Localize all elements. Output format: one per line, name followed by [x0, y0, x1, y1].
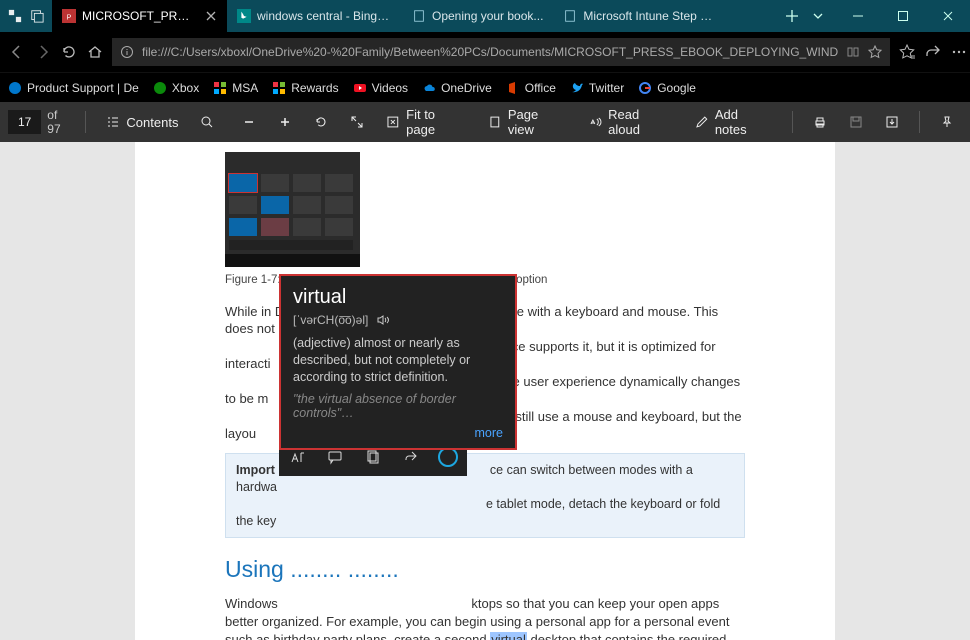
- forward-button[interactable]: [34, 36, 52, 68]
- search-button[interactable]: [192, 107, 222, 137]
- favorite-link[interactable]: MSA: [213, 81, 258, 95]
- save-as-button[interactable]: [877, 107, 907, 137]
- bing-icon: [237, 9, 251, 23]
- definition-text: (adjective) almost or nearly as describe…: [293, 335, 503, 386]
- pdf-toolbar: 17 of 97 Contents Fit to page Page view …: [0, 102, 970, 142]
- onedrive-icon: [422, 81, 436, 95]
- tab-4[interactable]: Microsoft Intune Step By S: [553, 0, 728, 32]
- tab-label: MICROSOFT_PRESS_EB: [82, 9, 195, 23]
- favorite-link[interactable]: Xbox: [153, 81, 199, 95]
- generic-page-icon: [412, 9, 426, 23]
- dell-icon: [8, 81, 22, 95]
- more-link[interactable]: more: [293, 426, 503, 440]
- share-button[interactable]: [924, 36, 942, 68]
- example-text: "the virtual absence of border controls"…: [293, 392, 503, 420]
- window-maximize-button[interactable]: [880, 0, 925, 32]
- svg-text:P: P: [67, 15, 72, 22]
- pdf-icon: P: [62, 9, 76, 23]
- url-text: file:///C:/Users/xboxl/OneDrive%20-%20Fa…: [142, 45, 838, 59]
- favorite-link[interactable]: Rewards: [272, 81, 338, 95]
- tab-1[interactable]: P MICROSOFT_PRESS_EB: [52, 0, 227, 32]
- window-close-button[interactable]: [925, 0, 970, 32]
- twitter-icon: [570, 81, 584, 95]
- window-minimize-button[interactable]: [835, 0, 880, 32]
- home-button[interactable]: [86, 36, 104, 68]
- highlighted-word[interactable]: virtual: [490, 632, 527, 640]
- rotate-button[interactable]: [306, 107, 336, 137]
- favorite-link[interactable]: Videos: [353, 81, 408, 95]
- ms-icon: [272, 81, 286, 95]
- favorite-star-icon[interactable]: [868, 45, 882, 59]
- contents-button[interactable]: Contents: [98, 107, 186, 137]
- page-number-input[interactable]: 17: [8, 110, 41, 134]
- page-total-label: of 97: [47, 108, 73, 136]
- xbox-icon: [153, 81, 167, 95]
- favorites-bar: Product Support | De Xbox MSA Rewards Vi…: [0, 72, 970, 102]
- zoom-out-button[interactable]: [234, 107, 264, 137]
- tab-label: Microsoft Intune Step By S: [583, 9, 718, 23]
- favorite-link[interactable]: Product Support | De: [8, 81, 139, 95]
- app-system-icon-1: [8, 9, 22, 23]
- fullscreen-button[interactable]: [342, 107, 372, 137]
- cortana-icon: [438, 447, 458, 467]
- site-info-icon[interactable]: [120, 45, 134, 59]
- favorites-list-button[interactable]: [898, 36, 916, 68]
- tab-label: Opening your book...: [432, 9, 543, 23]
- dictionary-word: virtual: [293, 286, 503, 309]
- tab-actions-button[interactable]: [811, 9, 825, 23]
- tab-strip: P MICROSOFT_PRESS_EB windows central - B…: [52, 0, 775, 32]
- google-icon: [638, 81, 652, 95]
- section-heading: Using ........ ........: [225, 554, 745, 585]
- read-aloud-button[interactable]: Read aloud: [580, 107, 681, 137]
- favorite-link[interactable]: Google: [638, 81, 696, 95]
- tab-3[interactable]: Opening your book...: [402, 0, 553, 32]
- settings-more-button[interactable]: [950, 36, 968, 68]
- body-text: Windows ktops so that you can keep your …: [225, 595, 745, 640]
- ms-icon: [213, 81, 227, 95]
- close-icon[interactable]: [201, 10, 217, 22]
- tab-2[interactable]: windows central - Bing Ne: [227, 0, 402, 32]
- refresh-button[interactable]: [60, 36, 78, 68]
- save-button[interactable]: [841, 107, 871, 137]
- fit-to-page-button[interactable]: Fit to page: [378, 107, 474, 137]
- pronunciation-text: [ˈvərCH(o͞o)əl]: [293, 313, 368, 327]
- speaker-icon[interactable]: [376, 313, 390, 327]
- app-system-icon-2: [30, 9, 44, 23]
- figure-image: [225, 152, 360, 267]
- new-tab-button[interactable]: [785, 9, 799, 23]
- add-notes-button[interactable]: Add notes: [687, 107, 780, 137]
- favorite-link[interactable]: Twitter: [570, 81, 624, 95]
- pin-toolbar-button[interactable]: [932, 107, 962, 137]
- generic-page-icon: [563, 9, 577, 23]
- favorite-link[interactable]: Office: [506, 81, 556, 95]
- reading-view-icon[interactable]: [846, 45, 860, 59]
- page-view-button[interactable]: Page view: [480, 107, 574, 137]
- print-button[interactable]: [805, 107, 835, 137]
- office-icon: [506, 81, 520, 95]
- zoom-in-button[interactable]: [270, 107, 300, 137]
- address-bar[interactable]: file:///C:/Users/xboxl/OneDrive%20-%20Fa…: [112, 38, 890, 66]
- youtube-icon: [353, 81, 367, 95]
- tab-label: windows central - Bing Ne: [257, 9, 392, 23]
- back-button[interactable]: [8, 36, 26, 68]
- dictionary-popup: virtual [ˈvərCH(o͞o)əl] (adjective) almo…: [279, 274, 517, 450]
- favorite-link[interactable]: OneDrive: [422, 81, 492, 95]
